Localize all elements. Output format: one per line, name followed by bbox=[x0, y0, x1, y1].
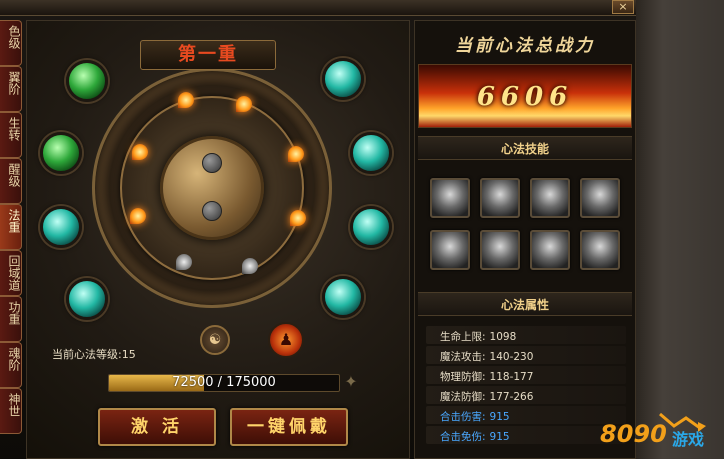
gem-slot-4[interactable] bbox=[66, 278, 108, 320]
stat-value: 177-266 bbox=[489, 391, 534, 403]
gem-slot-2[interactable] bbox=[40, 132, 82, 174]
meridian-node-1 bbox=[178, 92, 194, 108]
stat-row: 生命上限: 1098 bbox=[426, 326, 626, 344]
skill-icon-7[interactable] bbox=[530, 230, 570, 270]
skill-icon-2[interactable] bbox=[480, 178, 520, 218]
watermark-text: 游戏 bbox=[672, 430, 705, 449]
stat-label: 合击伤害: bbox=[440, 411, 486, 423]
add-exp-button[interactable]: ✦ bbox=[340, 372, 362, 392]
stat-label: 物理防御: bbox=[440, 371, 486, 383]
stat-label: 合击免伤: bbox=[440, 431, 486, 443]
watermark-number: 8090 bbox=[600, 420, 667, 448]
side-tab-8[interactable]: 魂阶 bbox=[0, 342, 22, 388]
skills-header: 心法技能 bbox=[418, 136, 632, 160]
stat-row: 合击伤害: 915 bbox=[426, 406, 626, 424]
meridian-node-6 bbox=[290, 210, 306, 226]
meridian-node-7 bbox=[176, 254, 192, 270]
stat-row: 合击免伤: 915 bbox=[426, 426, 626, 444]
power-title: 当前心法总战力 bbox=[455, 36, 595, 56]
stat-value: 118-177 bbox=[489, 371, 534, 383]
gem-slot-8[interactable] bbox=[322, 276, 364, 318]
skill-icon-8[interactable] bbox=[580, 230, 620, 270]
gem-slot-1[interactable] bbox=[66, 60, 108, 102]
side-tab-9[interactable]: 神世 bbox=[0, 388, 22, 434]
meditation-icon[interactable]: ♟ bbox=[268, 322, 304, 358]
watermark-logo: 8090 游戏 bbox=[600, 408, 720, 450]
one-click-equip-button[interactable]: 一键佩戴 bbox=[230, 408, 348, 446]
stat-value: 1098 bbox=[489, 331, 517, 343]
stat-row: 魔法防御: 177-266 bbox=[426, 386, 626, 404]
yin-yang-core bbox=[160, 136, 264, 240]
power-value: 6606 bbox=[476, 82, 574, 112]
gem-slot-5[interactable] bbox=[322, 58, 364, 100]
bagua-icon[interactable]: ☯ bbox=[200, 325, 230, 355]
close-button[interactable]: × bbox=[612, 0, 634, 14]
stat-label: 魔法防御: bbox=[440, 391, 486, 403]
side-tab-1[interactable]: 色级 bbox=[0, 20, 22, 66]
stat-value: 915 bbox=[489, 431, 510, 443]
meridian-node-3 bbox=[132, 144, 148, 160]
gem-slot-6[interactable] bbox=[350, 132, 392, 174]
side-tab-4[interactable]: 醒级 bbox=[0, 158, 22, 204]
attributes-header: 心法属性 bbox=[418, 292, 632, 316]
stat-value: 915 bbox=[489, 411, 510, 423]
stat-row: 魔法攻击: 140-230 bbox=[426, 346, 626, 364]
stat-value: 140-230 bbox=[489, 351, 534, 363]
yin-yang-dot-top bbox=[202, 153, 222, 173]
activate-button[interactable]: 激 活 bbox=[98, 408, 216, 446]
stat-row: 物理防御: 118-177 bbox=[426, 366, 626, 384]
side-tab-7[interactable]: 功重 bbox=[0, 296, 22, 342]
gem-slot-7[interactable] bbox=[350, 206, 392, 248]
skill-icon-1[interactable] bbox=[430, 178, 470, 218]
meridian-node-2 bbox=[236, 96, 252, 112]
side-tab-5[interactable]: 法重 bbox=[0, 204, 22, 250]
stage-title: 第一重 bbox=[140, 40, 276, 70]
skill-icon-5[interactable] bbox=[430, 230, 470, 270]
meridian-node-5 bbox=[130, 208, 146, 224]
skill-icon-3[interactable] bbox=[530, 178, 570, 218]
stat-label: 生命上限: bbox=[440, 331, 486, 343]
skill-icon-6[interactable] bbox=[480, 230, 520, 270]
skill-icon-4[interactable] bbox=[580, 178, 620, 218]
side-tab-2[interactable]: 翼阶 bbox=[0, 66, 22, 112]
gem-slot-3[interactable] bbox=[40, 206, 82, 248]
exp-progress-text: 72500 / 175000 bbox=[172, 375, 276, 390]
window-side-border bbox=[636, 0, 724, 459]
cultivation-level: 当前心法等级:15 bbox=[52, 348, 136, 361]
side-tab-6[interactable]: 回域道 bbox=[0, 250, 22, 296]
stat-label: 魔法攻击: bbox=[440, 351, 486, 363]
meridian-node-4 bbox=[288, 146, 304, 162]
meridian-node-8 bbox=[242, 258, 258, 274]
side-tab-3[interactable]: 生转 bbox=[0, 112, 22, 158]
yin-yang-dot-bottom bbox=[202, 201, 222, 221]
